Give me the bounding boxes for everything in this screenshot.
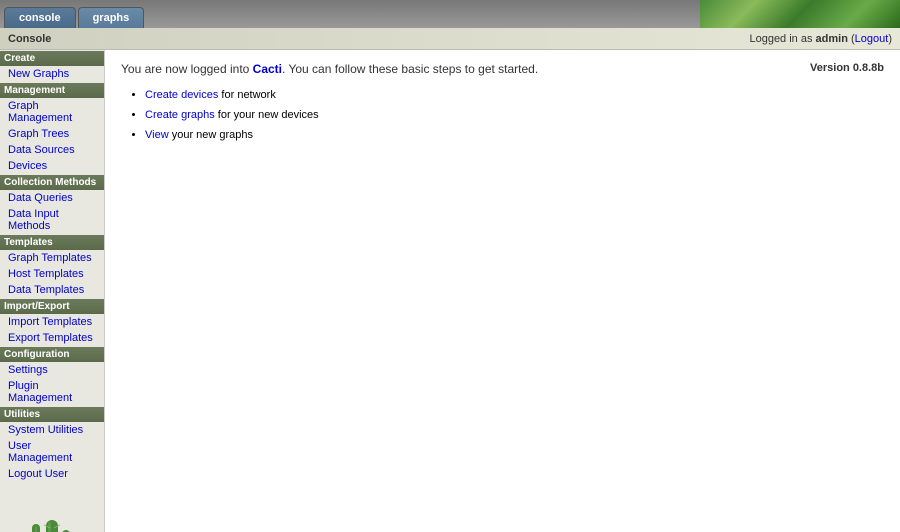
sidebar-item-user-management[interactable]: User Management xyxy=(0,438,104,466)
sidebar-item-settings[interactable]: Settings xyxy=(0,362,104,378)
sidebar-item-host-templates[interactable]: Host Templates xyxy=(0,266,104,282)
cacti-link[interactable]: Cacti xyxy=(253,62,282,76)
sidebar-item-graph-trees[interactable]: Graph Trees xyxy=(0,126,104,142)
header-title: Console xyxy=(8,33,51,45)
step-create-graphs: Create graphs for your new devices xyxy=(145,106,884,126)
header-bar: Console Logged in as admin (Logout) xyxy=(0,28,900,50)
sidebar-item-graph-templates[interactable]: Graph Templates xyxy=(0,250,104,266)
create-graphs-link[interactable]: Create graphs xyxy=(145,109,215,121)
create-devices-link[interactable]: Create devices xyxy=(145,89,218,101)
sidebar-item-devices[interactable]: Devices xyxy=(0,158,104,174)
tab-graphs[interactable]: graphs xyxy=(78,7,145,28)
logout-link[interactable]: Logout xyxy=(855,33,889,45)
sidebar-item-plugin-management[interactable]: Plugin Management xyxy=(0,378,104,406)
sidebar-item-new-graphs[interactable]: New Graphs xyxy=(0,66,104,82)
sidebar-item-data-sources[interactable]: Data Sources xyxy=(0,142,104,158)
sidebar-section-templates: Templates xyxy=(0,235,104,250)
login-username: admin xyxy=(816,33,848,45)
sidebar-item-data-input-methods[interactable]: Data Input Methods xyxy=(0,206,104,234)
sidebar-item-data-queries[interactable]: Data Queries xyxy=(0,190,104,206)
sidebar-section-collection-methods: Collection Methods xyxy=(0,175,104,190)
step-create-devices: Create devices for network xyxy=(145,86,884,106)
header-decoration xyxy=(700,0,900,28)
sidebar-section-create: Create xyxy=(0,51,104,66)
sidebar-item-system-utilities[interactable]: System Utilities xyxy=(0,422,104,438)
sidebar-section-configuration: Configuration xyxy=(0,347,104,362)
sidebar: CreateNew GraphsManagementGraph Manageme… xyxy=(0,50,105,532)
tab-console[interactable]: console xyxy=(4,7,76,28)
sidebar-item-export-templates[interactable]: Export Templates xyxy=(0,330,104,346)
cactus-area xyxy=(0,492,104,532)
steps-list: Create devices for network Create graphs… xyxy=(121,86,884,145)
sidebar-section-management: Management xyxy=(0,83,104,98)
logged-in-text: Logged in as xyxy=(749,33,815,45)
sidebar-item-logout-user[interactable]: Logout User xyxy=(0,466,104,482)
welcome-text: You are now logged into Cacti. You can f… xyxy=(121,62,884,76)
login-info: Logged in as admin (Logout) xyxy=(749,33,892,45)
cactus-logo xyxy=(22,500,82,532)
content-area: You are now logged into Cacti. You can f… xyxy=(105,50,900,532)
step-view-graphs: View your new graphs xyxy=(145,126,884,146)
tab-bar: console graphs xyxy=(0,0,900,28)
sidebar-item-graph-management[interactable]: Graph Management xyxy=(0,98,104,126)
sidebar-section-import-export: Import/Export xyxy=(0,299,104,314)
sidebar-item-data-templates[interactable]: Data Templates xyxy=(0,282,104,298)
sidebar-item-import-templates[interactable]: Import Templates xyxy=(0,314,104,330)
main-layout: CreateNew GraphsManagementGraph Manageme… xyxy=(0,50,900,532)
version-label: Version 0.8.8b xyxy=(810,62,884,74)
view-graphs-link[interactable]: View xyxy=(145,129,169,141)
sidebar-section-utilities: Utilities xyxy=(0,407,104,422)
